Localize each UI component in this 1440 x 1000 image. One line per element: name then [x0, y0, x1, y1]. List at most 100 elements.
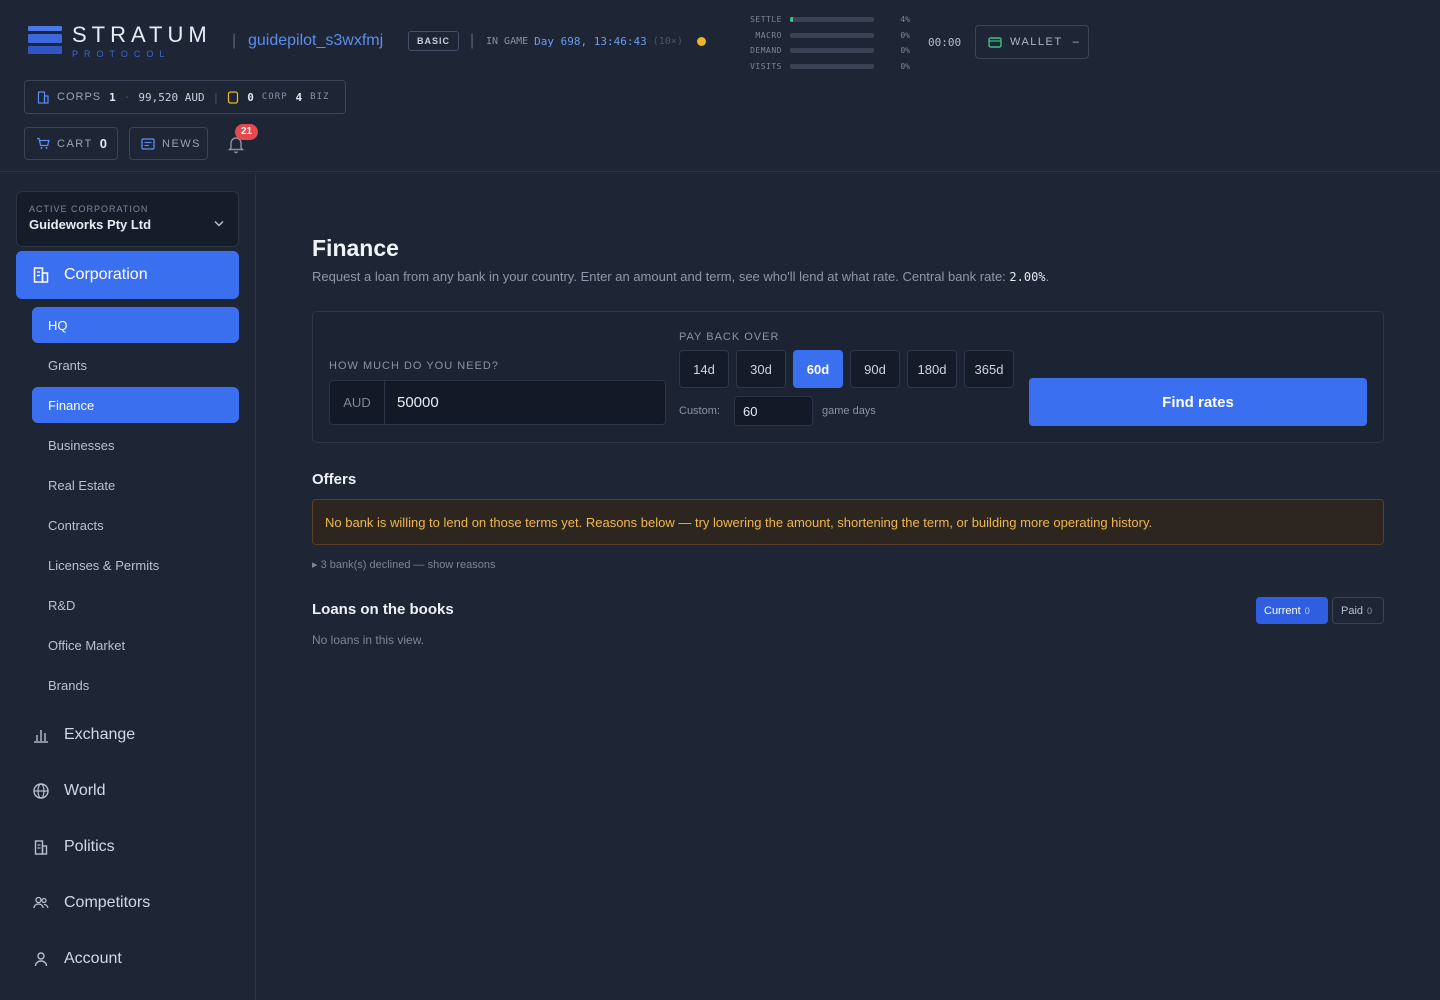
custom-term-input[interactable]: 60: [734, 396, 813, 426]
sidebar-subitem-real-estate[interactable]: Real Estate: [32, 467, 239, 503]
active-corp-name: Guideworks Pty Ltd: [29, 217, 152, 232]
sidebar-subitem-contracts[interactable]: Contracts: [32, 507, 239, 543]
offers-title: Offers: [312, 471, 357, 488]
wallet-value: –: [1072, 36, 1081, 48]
amount-input[interactable]: [385, 381, 665, 424]
corps-label: CORPS: [57, 91, 102, 103]
meter-settle: SETTLE 4%: [740, 12, 920, 28]
meter-value: 4%: [900, 15, 910, 25]
sidebar-item-account[interactable]: Account: [16, 935, 239, 983]
meter-bar: [790, 63, 874, 69]
sidebar-subitem-licenses-permits[interactable]: Licenses & Permits: [32, 547, 239, 583]
logo-mark-icon: [28, 26, 62, 54]
bar-chart-icon: [32, 726, 50, 744]
filter-paid-button[interactable]: Paid 0: [1332, 597, 1384, 624]
meter-label: VISITS: [750, 61, 782, 71]
corp-label: CORP: [261, 92, 288, 102]
active-corporation-select[interactable]: ACTIVE CORPORATION Guideworks Pty Ltd: [16, 191, 239, 247]
building-icon: [37, 90, 49, 104]
meters: SETTLE 4% MACRO 0% DEMAND 0% VISITS 0%: [740, 12, 920, 74]
loan-request-panel: HOW MUCH DO YOU NEED? AUD PAY BACK OVER …: [312, 311, 1384, 443]
term-90d-button[interactable]: 90d: [850, 350, 900, 388]
government-building-icon: [32, 838, 50, 856]
filter-label: Paid: [1341, 604, 1364, 617]
meter-value: 0%: [900, 46, 910, 56]
custom-term-label: Custom:: [679, 405, 720, 417]
sidebar-subitem-grants[interactable]: Grants: [32, 347, 239, 383]
meter-visits: VISITS 0%: [740, 59, 920, 75]
wallet-button[interactable]: WALLET –: [975, 25, 1089, 59]
balance: 99,520 AUD: [138, 90, 205, 104]
no-offers-warning: No bank is willing to lend on those term…: [312, 499, 1384, 545]
central-bank-rate: 2.00%: [1009, 270, 1046, 284]
cart-count: 0: [99, 136, 107, 151]
sidebar-subitem-rnd[interactable]: R&D: [32, 587, 239, 623]
logo[interactable]: STRATUM PROTOCOL: [28, 24, 212, 60]
logo-title: STRATUM: [72, 22, 212, 47]
wallet-label: WALLET: [1010, 36, 1063, 48]
currency-prefix: AUD: [330, 381, 385, 424]
summary-separator: |: [212, 90, 220, 104]
username-link[interactable]: guidepilot_s3wxfmj: [248, 32, 383, 50]
sidebar-item-world[interactable]: World: [16, 767, 239, 815]
game-day: Day 698, 13:46:43: [534, 35, 647, 48]
corps-summary[interactable]: CORPS 1 · 99,520 AUD | 0 CORP 4 BIZ: [24, 80, 346, 114]
page-subtitle: Request a loan from any bank in your cou…: [312, 269, 1049, 284]
find-rates-button[interactable]: Find rates: [1029, 378, 1367, 426]
chevron-down-icon: [214, 214, 224, 232]
sidebar-item-exchange[interactable]: Exchange: [16, 711, 239, 759]
sidebar-subitem-brands[interactable]: Brands: [32, 667, 239, 703]
top-header: STRATUM PROTOCOL | guidepilot_s3wxfmj BA…: [0, 0, 1440, 172]
sidebar-item-label: World: [64, 782, 106, 799]
sidebar-item-label: Politics: [64, 838, 115, 855]
biz-count: 4: [295, 90, 303, 104]
clock: 00:00: [928, 36, 962, 49]
news-icon: [141, 137, 155, 150]
term-180d-button[interactable]: 180d: [907, 350, 957, 388]
subtitle-text: Request a loan from any bank in your cou…: [312, 269, 1010, 284]
corps-count: 1: [109, 90, 116, 104]
term-14d-button[interactable]: 14d: [679, 350, 729, 388]
news-label: NEWS: [162, 137, 201, 150]
declined-reasons-toggle[interactable]: ▸ 3 bank(s) declined — show reasons: [312, 558, 495, 571]
coin-icon: [227, 90, 239, 104]
cart-label: CART: [57, 137, 93, 150]
user-icon: [32, 950, 50, 968]
no-loans-message: No loans in this view.: [312, 633, 425, 647]
in-game-label: IN GAME: [486, 36, 529, 47]
sidebar-item-competitors[interactable]: Competitors: [16, 879, 239, 927]
game-speed: (10×): [652, 36, 683, 47]
sidebar-subitem-hq[interactable]: HQ: [32, 307, 239, 343]
filter-label: Current: [1264, 604, 1301, 617]
meter-fill: [790, 17, 794, 23]
active-corp-label: ACTIVE CORPORATION: [29, 204, 149, 214]
sidebar-item-corporation[interactable]: Corporation: [16, 251, 239, 299]
biz-label: BIZ: [310, 92, 330, 102]
term-60d-button[interactable]: 60d: [793, 350, 843, 388]
header-separator: |: [470, 32, 475, 49]
sidebar-item-politics[interactable]: Politics: [16, 823, 239, 871]
filter-count: 0: [1367, 605, 1373, 616]
logo-subtitle: PROTOCOL: [72, 49, 171, 59]
meter-bar: [790, 48, 874, 54]
loans-title: Loans on the books: [312, 601, 454, 618]
sidebar-subitem-office-market[interactable]: Office Market: [32, 627, 239, 663]
corp-count: 0: [247, 90, 254, 104]
game-time: IN GAME Day 698, 13:46:43 (10×): [486, 35, 706, 48]
news-button[interactable]: NEWS: [129, 127, 208, 160]
sidebar-subitem-finance[interactable]: Finance: [32, 387, 239, 423]
main-content: Finance Request a loan from any bank in …: [257, 173, 1440, 1000]
status-dot-icon: [696, 37, 706, 46]
subtitle-end: .: [1045, 269, 1050, 284]
globe-icon: [32, 782, 50, 800]
users-icon: [32, 894, 50, 912]
cart-button[interactable]: CART 0: [24, 127, 118, 160]
sidebar-item-label: Exchange: [64, 726, 136, 743]
filter-current-button[interactable]: Current 0: [1256, 597, 1328, 624]
sidebar-item-label: Account: [64, 950, 122, 967]
sidebar-subitem-businesses[interactable]: Businesses: [32, 427, 239, 463]
sidebar-item-label: Corporation: [64, 266, 148, 283]
term-options: 14d 30d 60d 90d 180d 365d: [679, 350, 1014, 388]
term-30d-button[interactable]: 30d: [736, 350, 786, 388]
term-365d-button[interactable]: 365d: [964, 350, 1014, 388]
